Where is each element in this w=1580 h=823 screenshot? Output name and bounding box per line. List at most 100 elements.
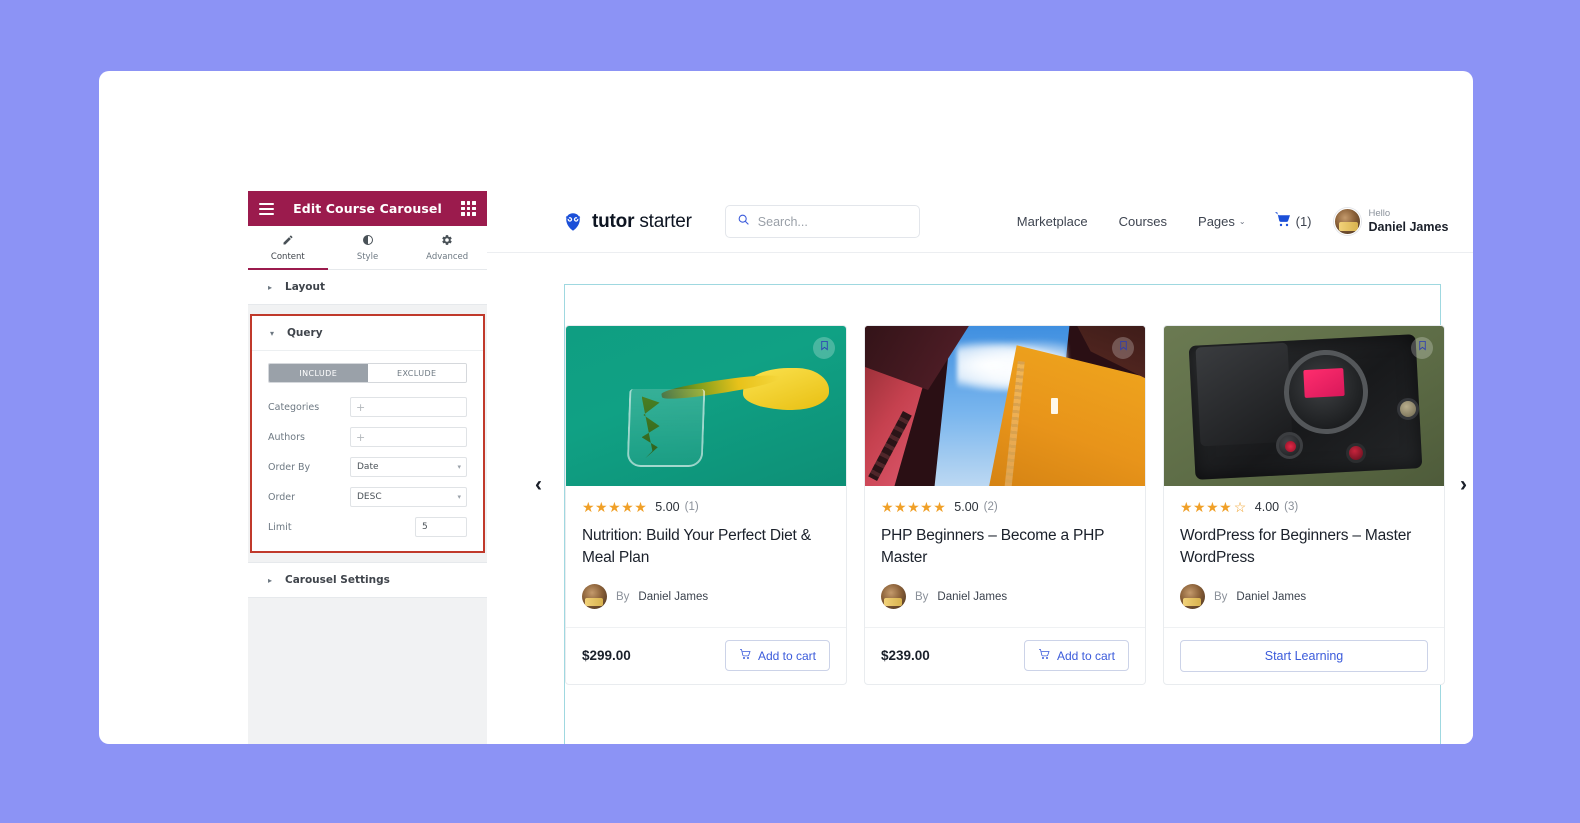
panel-divider	[248, 553, 487, 562]
cart-button[interactable]: (1)	[1273, 210, 1312, 233]
course-rating: ★★★★★ 5.00 (1)	[582, 500, 830, 514]
brand-name-bold: tutor	[592, 210, 635, 232]
carousel-prev-arrow[interactable]: ‹	[535, 474, 542, 495]
editor-panel-body: ▸ Layout ▾ Query INCLUDE EXCLUDE Categor…	[248, 270, 487, 744]
toggle-exclude[interactable]: EXCLUDE	[367, 364, 466, 382]
juice-glass-photo	[566, 326, 846, 486]
field-authors: Authors +	[268, 427, 467, 447]
course-title[interactable]: WordPress for Beginners – Master WordPre…	[1180, 525, 1428, 570]
course-thumbnail	[1164, 326, 1444, 486]
course-title[interactable]: PHP Beginners – Become a PHP Master	[881, 525, 1129, 570]
start-learning-button[interactable]: Start Learning	[1180, 640, 1428, 672]
course-card[interactable]: ★★★★★ 5.00 (2) PHP Beginners – Become a …	[864, 325, 1146, 685]
tab-style-label: Style	[356, 251, 379, 262]
tab-style[interactable]: Style	[328, 226, 408, 269]
star-rating-icons: ★★★★★	[881, 499, 947, 515]
course-author: By Daniel James	[1180, 584, 1428, 609]
nav-item-courses[interactable]: Courses	[1119, 214, 1167, 229]
tab-content[interactable]: Content	[248, 226, 328, 270]
chevron-down-icon: ▾	[457, 463, 461, 471]
browser-window: Edit Course Carousel Content Style Advan…	[99, 71, 1473, 744]
rating-value: 4.00	[1254, 500, 1280, 514]
course-card-body: ★★★★★ 5.00 (2) PHP Beginners – Become a …	[865, 486, 1145, 628]
chevron-right-icon: ▸	[268, 575, 273, 585]
user-greeting-block: Hello Daniel James	[1369, 208, 1449, 234]
field-order: Order DESC ▾	[268, 487, 467, 507]
author-name: Daniel James	[937, 590, 1008, 603]
site-logo[interactable]: tutor starter	[562, 211, 692, 233]
chevron-down-icon: ⌄	[1238, 217, 1246, 226]
editor-tabs: Content Style Advanced	[248, 226, 487, 270]
search-input[interactable]	[757, 214, 908, 229]
authors-input[interactable]: +	[350, 427, 467, 447]
chevron-down-icon: ▾	[457, 493, 461, 501]
add-to-cart-label: Add to cart	[757, 648, 816, 663]
course-card-body: ★★★★★ 5.00 (1) Nutrition: Build Your Per…	[566, 486, 846, 628]
nav-item-marketplace[interactable]: Marketplace	[1017, 214, 1088, 229]
bookmark-button[interactable]	[1112, 337, 1134, 359]
nav-pages-label: Pages	[1198, 214, 1235, 229]
chevron-right-icon: ▸	[268, 282, 273, 292]
carousel-next-arrow[interactable]: ›	[1460, 474, 1467, 495]
course-thumbnail	[566, 326, 846, 486]
widgets-grid-icon[interactable]	[461, 201, 476, 216]
limit-input[interactable]: 5	[415, 517, 467, 537]
order-select[interactable]: DESC ▾	[350, 487, 467, 507]
avatar	[1180, 584, 1205, 609]
course-title[interactable]: Nutrition: Build Your Perfect Diet & Mea…	[582, 525, 830, 570]
tab-advanced[interactable]: Advanced	[407, 226, 487, 269]
course-rating: ★★★★ ☆ 4.00 (3)	[1180, 500, 1428, 514]
course-card[interactable]: ★★★★ ☆ 4.00 (3) WordPress for Beginners –…	[1163, 325, 1445, 685]
order-by-select[interactable]: Date ▾	[350, 457, 467, 477]
field-categories: Categories +	[268, 397, 467, 417]
section-carousel-settings[interactable]: ▸ Carousel Settings	[248, 562, 487, 598]
cart-count: (1)	[1295, 214, 1312, 229]
section-layout[interactable]: ▸ Layout	[248, 270, 487, 305]
bookmark-icon	[1118, 339, 1129, 357]
course-card-footer: $239.00 Add to cart	[865, 628, 1145, 683]
user-menu[interactable]: Hello Daniel James	[1333, 208, 1449, 235]
nav-marketplace-label: Marketplace	[1016, 214, 1088, 229]
carousel-track: ★★★★★ 5.00 (1) Nutrition: Build Your Per…	[565, 325, 1445, 685]
course-card-footer: Start Learning	[1164, 628, 1444, 684]
cart-icon	[1038, 648, 1050, 663]
include-exclude-toggle: INCLUDE EXCLUDE	[268, 363, 467, 383]
cart-icon	[739, 648, 751, 663]
bookmark-button[interactable]	[1411, 337, 1433, 359]
star-rating-icons: ★★★★ ☆	[1180, 499, 1247, 515]
course-card[interactable]: ★★★★★ 5.00 (1) Nutrition: Build Your Per…	[565, 325, 847, 685]
course-card-body: ★★★★ ☆ 4.00 (3) WordPress for Beginners –…	[1164, 486, 1444, 628]
brand-name-light: starter	[634, 210, 692, 232]
author-name: Daniel James	[1236, 590, 1307, 603]
field-order-by-label: Order By	[268, 461, 311, 473]
tab-advanced-label: Advanced	[426, 251, 469, 262]
section-carousel-settings-label: Carousel Settings	[285, 574, 390, 586]
field-authors-label: Authors	[268, 431, 305, 443]
course-price: $299.00	[582, 648, 631, 663]
course-author: By Daniel James	[881, 584, 1129, 609]
hamburger-menu-icon[interactable]	[259, 202, 274, 215]
field-categories-label: Categories	[268, 401, 320, 413]
panel-divider	[248, 305, 487, 314]
gear-icon	[441, 234, 453, 249]
course-thumbnail	[865, 326, 1145, 486]
course-card-footer: $299.00 Add to cart	[566, 628, 846, 683]
elementor-editor-panel: Edit Course Carousel Content Style Advan…	[248, 191, 487, 744]
bookmark-button[interactable]	[813, 337, 835, 359]
add-to-cart-button[interactable]: Add to cart	[724, 640, 830, 671]
categories-input[interactable]: +	[350, 397, 467, 417]
search-box[interactable]	[724, 205, 920, 238]
architecture-sky-photo	[865, 326, 1145, 486]
nav-item-pages[interactable]: Pages ⌄	[1198, 214, 1246, 229]
toggle-include[interactable]: INCLUDE	[269, 364, 368, 382]
add-to-cart-button[interactable]: Add to cart	[1023, 640, 1129, 671]
camera-body-photo	[1164, 326, 1444, 486]
rating-count: (1)	[684, 501, 699, 513]
rating-count: (2)	[983, 501, 998, 513]
search-icon	[737, 213, 750, 231]
author-prefix: By	[915, 590, 929, 603]
section-query-label: Query	[287, 327, 323, 339]
section-query-header[interactable]: ▾ Query	[252, 316, 483, 351]
rating-value: 5.00	[655, 500, 680, 514]
query-fields: INCLUDE EXCLUDE Categories + Authors + O…	[252, 351, 483, 551]
